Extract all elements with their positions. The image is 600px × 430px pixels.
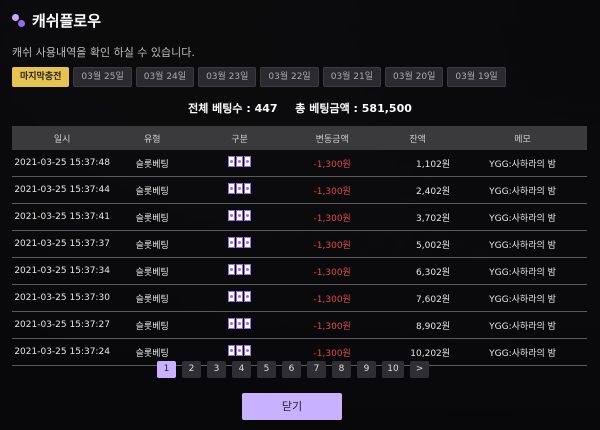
slot-machine-icon	[228, 264, 252, 275]
cell-datetime: 2021-03-25 15:37:30	[12, 284, 113, 312]
tab-date[interactable]: 03월 22일	[260, 67, 319, 87]
page-button-10[interactable]: 10	[382, 361, 404, 378]
cell-type: 슬롯베팅	[112, 203, 193, 231]
tab-date[interactable]: 03월 23일	[198, 67, 257, 87]
cell-category	[192, 203, 288, 231]
cell-change: -1,300원	[287, 176, 378, 204]
slot-machine-icon	[228, 291, 252, 302]
slot-machine-icon	[228, 345, 252, 356]
page-button-2[interactable]: 2	[182, 361, 201, 378]
total-amount-label: 총 베팅금액 :	[295, 102, 358, 115]
cell-memo: YGG:사하라의 밤	[458, 176, 587, 204]
tab-date[interactable]: 03월 20일	[385, 67, 444, 87]
cell-memo: YGG:사하라의 밤	[458, 311, 587, 339]
slot-machine-icon	[228, 183, 252, 194]
date-tabs: 마지막충전 03월 25일 03월 24일 03월 23일 03월 22일 03…	[12, 67, 506, 87]
slot-machine-icon	[228, 318, 252, 329]
cell-category	[192, 284, 288, 312]
cell-type: 슬롯베팅	[112, 150, 193, 177]
page-button-8[interactable]: 8	[332, 361, 351, 378]
betting-summary: 전체 베팅수 : 447 총 베팅금액 : 581,500	[0, 100, 600, 116]
cell-category	[192, 257, 288, 285]
cashflow-modal: 캐쉬플로우 캐쉬 사용내역을 확인 하실 수 있습니다. 마지막충전 03월 2…	[0, 0, 600, 430]
page-button-7[interactable]: 7	[307, 361, 326, 378]
total-bets-value: 447	[254, 102, 278, 115]
cell-datetime: 2021-03-25 15:37:48	[12, 150, 113, 177]
col-memo: 메모	[458, 126, 587, 150]
cell-type: 슬롯베팅	[112, 257, 193, 285]
cashflow-table: 일시 유형 구분 변동금액 잔액 메모 2021-03-25 15:37:48 …	[12, 126, 587, 366]
tab-date[interactable]: 03월 25일	[73, 67, 132, 87]
cashflow-logo-icon	[12, 13, 26, 28]
cell-category	[192, 176, 288, 204]
col-category: 구분	[192, 126, 288, 150]
cell-type: 슬롯베팅	[112, 176, 193, 204]
cell-balance: 1,102원	[377, 150, 459, 177]
cell-change: -1,300원	[287, 284, 378, 312]
cell-memo: YGG:사하라의 밤	[458, 257, 587, 285]
cell-type: 슬롯베팅	[112, 311, 193, 339]
col-balance: 잔액	[377, 126, 459, 150]
cell-type: 슬롯베팅	[112, 230, 193, 258]
close-button[interactable]: 닫기	[242, 393, 342, 420]
cell-type: 슬롯베팅	[112, 284, 193, 312]
table-row: 2021-03-25 15:37:34 슬롯베팅 -1,300원 6,302원 …	[12, 257, 587, 285]
page-button-6[interactable]: 6	[282, 361, 301, 378]
modal-title: 캐쉬플로우	[32, 12, 102, 30]
cell-category	[192, 311, 288, 339]
page-button-5[interactable]: 5	[257, 361, 276, 378]
slot-machine-icon	[228, 237, 252, 248]
page-button-9[interactable]: 9	[357, 361, 376, 378]
tab-last-charge[interactable]: 마지막충전	[12, 67, 70, 87]
col-type: 유형	[112, 126, 193, 150]
cell-balance: 7,602원	[377, 284, 459, 312]
table-row: 2021-03-25 15:37:37 슬롯베팅 -1,300원 5,002원 …	[12, 230, 587, 258]
page-button-1[interactable]: 1	[157, 361, 176, 378]
cell-change: -1,300원	[287, 257, 378, 285]
table-row: 2021-03-25 15:37:41 슬롯베팅 -1,300원 3,702원 …	[12, 203, 587, 231]
table-row: 2021-03-25 15:37:48 슬롯베팅 -1,300원 1,102원 …	[12, 150, 587, 177]
next-page-button[interactable]: >	[410, 361, 429, 378]
total-bets-label: 전체 베팅수 :	[188, 102, 251, 115]
cell-balance: 6,302원	[377, 257, 459, 285]
cell-memo: YGG:사하라의 밤	[458, 284, 587, 312]
cell-change: -1,300원	[287, 230, 378, 258]
cell-datetime: 2021-03-25 15:37:27	[12, 311, 113, 339]
total-amount-value: 581,500	[361, 102, 412, 115]
cell-memo: YGG:사하라의 밤	[458, 230, 587, 258]
cell-balance: 3,702원	[377, 203, 459, 231]
table-row: 2021-03-25 15:37:27 슬롯베팅 -1,300원 8,902원 …	[12, 311, 587, 339]
pagination: 1 2 3 4 5 6 7 8 9 10 >	[157, 361, 429, 378]
cell-datetime: 2021-03-25 15:37:24	[12, 338, 113, 366]
col-change: 변동금액	[287, 126, 378, 150]
cell-change: -1,300원	[287, 203, 378, 231]
tab-date[interactable]: 03월 24일	[135, 67, 195, 87]
cell-datetime: 2021-03-25 15:37:37	[12, 230, 113, 258]
cell-category	[192, 230, 288, 258]
table-row: 2021-03-25 15:37:44 슬롯베팅 -1,300원 2,402원 …	[12, 176, 587, 204]
cell-balance: 5,002원	[377, 230, 459, 258]
cell-memo: YGG:사하라의 밤	[458, 338, 587, 366]
cell-change: -1,300원	[287, 150, 378, 177]
cell-memo: YGG:사하라의 밤	[458, 150, 587, 177]
page-button-3[interactable]: 3	[207, 361, 226, 378]
cell-balance: 2,402원	[377, 176, 459, 204]
modal-subtitle: 캐쉬 사용내역을 확인 하실 수 있습니다.	[12, 46, 195, 59]
cell-memo: YGG:사하라의 밤	[458, 203, 587, 231]
cell-datetime: 2021-03-25 15:37:34	[12, 257, 113, 285]
table-row: 2021-03-25 15:37:30 슬롯베팅 -1,300원 7,602원 …	[12, 284, 587, 312]
slot-machine-icon	[228, 210, 252, 221]
table-header-row: 일시 유형 구분 변동금액 잔액 메모	[12, 126, 587, 150]
tab-date[interactable]: 03월 21일	[322, 67, 382, 87]
slot-machine-icon	[228, 156, 252, 167]
modal-header: 캐쉬플로우	[12, 10, 101, 31]
cell-datetime: 2021-03-25 15:37:41	[12, 203, 113, 231]
tab-date[interactable]: 03월 19일	[447, 67, 506, 87]
page-button-4[interactable]: 4	[232, 361, 251, 378]
cell-balance: 8,902원	[377, 311, 459, 339]
col-datetime: 일시	[12, 126, 113, 150]
cell-category	[192, 150, 288, 177]
cell-change: -1,300원	[287, 311, 378, 339]
cell-datetime: 2021-03-25 15:37:44	[12, 176, 113, 204]
